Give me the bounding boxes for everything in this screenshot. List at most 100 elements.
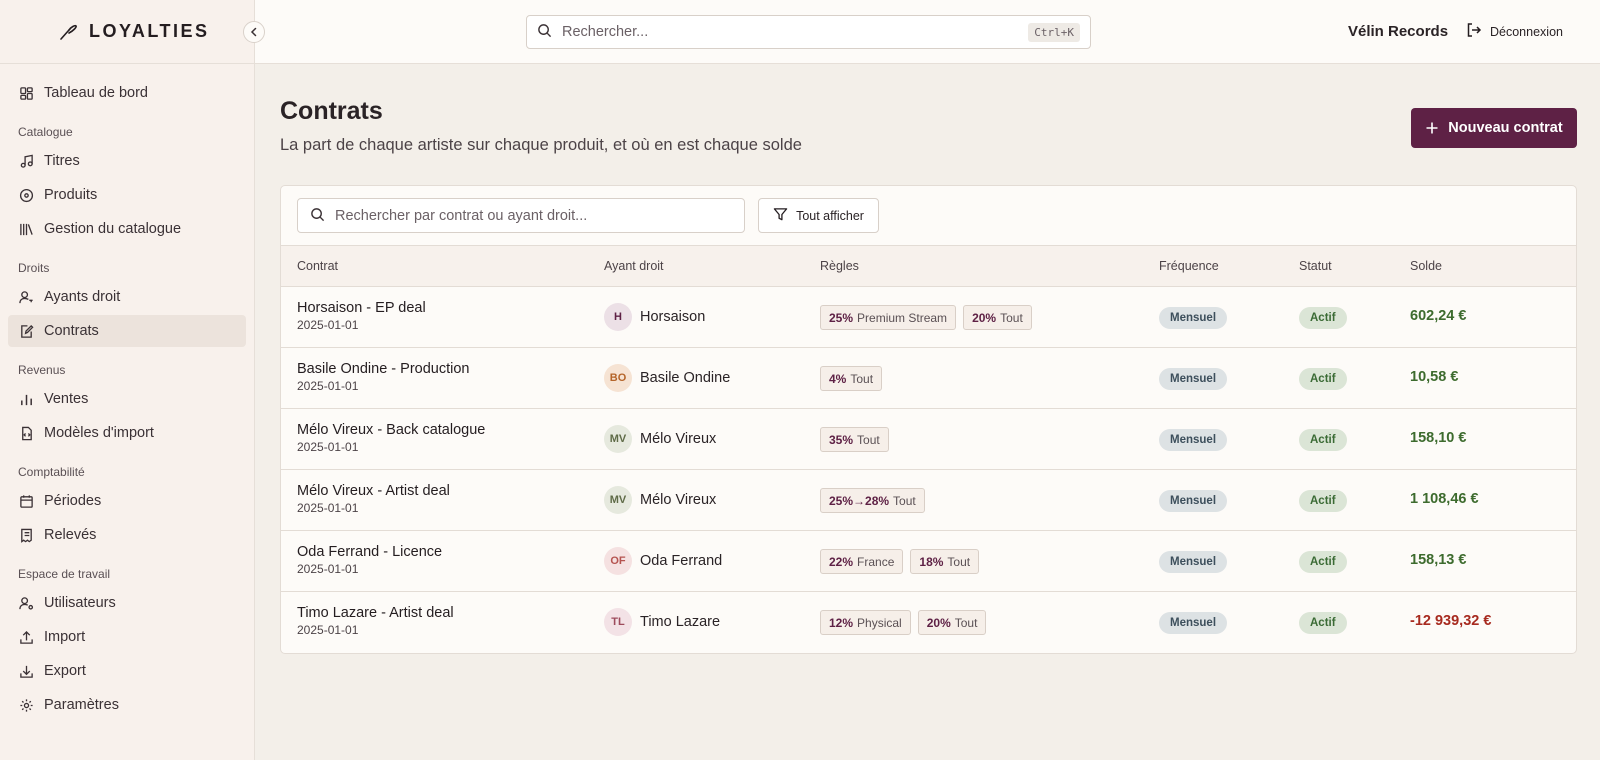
header-contract[interactable]: Contrat	[297, 259, 338, 273]
logout-button[interactable]: Déconnexion	[1466, 22, 1563, 41]
rules-cell: 4% Tout	[820, 366, 883, 391]
sidebar-item-ayants-droit[interactable]: Ayants droit	[8, 281, 246, 313]
organization-name[interactable]: Vélin Records	[1348, 23, 1448, 40]
topbar: Rechercher... Ctrl+K Vélin Records Décon…	[255, 0, 1600, 64]
search-icon	[537, 23, 552, 41]
plus-icon	[1425, 121, 1439, 135]
contract-date: 2025-01-01	[297, 501, 359, 515]
contract-name[interactable]: Mélo Vireux - Artist deal	[297, 483, 450, 499]
show-all-filter-button[interactable]: Tout afficher	[758, 198, 879, 233]
rule-chip: 20% Tout	[963, 305, 1032, 330]
table-body: Horsaison - EP deal 2025-01-01 H Horsais…	[281, 287, 1576, 653]
header-status[interactable]: Statut	[1299, 259, 1332, 273]
global-search-input[interactable]: Rechercher... Ctrl+K	[526, 15, 1091, 49]
rule-scope: Physical	[857, 615, 902, 630]
contract-cell: Horsaison - EP deal 2025-01-01	[297, 300, 426, 332]
balance-value: 1 108,46 €	[1410, 491, 1479, 507]
avatar: H	[604, 303, 632, 331]
rule-percentage: 25%→28%	[829, 493, 890, 508]
holder-cell: BO Basile Ondine	[604, 364, 730, 392]
sidebar-item-label: Contrats	[44, 323, 99, 339]
rule-scope: Tout	[857, 432, 880, 447]
sidebar-item-modeles-import[interactable]: Modèles d'import	[8, 417, 246, 449]
avatar: MV	[604, 486, 632, 514]
header-rules[interactable]: Règles	[820, 259, 859, 273]
sidebar-item-periodes[interactable]: Périodes	[8, 485, 246, 517]
sidebar-nav: Tableau de bord Catalogue Titres Produit…	[0, 64, 254, 721]
rule-percentage: 18%	[919, 554, 944, 569]
filter-bar: Rechercher par contrat ou ayant droit...…	[281, 186, 1576, 246]
sidebar-item-contrats[interactable]: Contrats	[8, 315, 246, 347]
sidebar-item-label: Titres	[44, 153, 80, 169]
sidebar-item-releves[interactable]: Relevés	[8, 519, 246, 551]
frequency-badge: Mensuel	[1159, 490, 1228, 512]
rule-chip: 22% France	[820, 549, 904, 574]
table-row[interactable]: Mélo Vireux - Artist deal 2025-01-01 MV …	[281, 470, 1576, 531]
rule-chip: 4% Tout	[820, 366, 883, 391]
sidebar-item-titres[interactable]: Titres	[8, 145, 246, 177]
avatar: BO	[604, 364, 632, 392]
new-contract-label: Nouveau contrat	[1448, 120, 1563, 136]
sidebar-item-label: Produits	[44, 187, 98, 203]
rule-percentage: 25%	[829, 310, 854, 325]
new-contract-button[interactable]: Nouveau contrat	[1411, 108, 1577, 148]
upload-icon	[18, 629, 34, 645]
table-row[interactable]: Mélo Vireux - Back catalogue 2025-01-01 …	[281, 409, 1576, 470]
page-title: Contrats	[280, 97, 383, 125]
sidebar: LOYALTIES Tableau de bord Catalogue Titr…	[0, 0, 265, 760]
music-note-icon	[18, 153, 34, 169]
gear-icon	[18, 697, 34, 713]
sidebar-item-import[interactable]: Import	[8, 621, 246, 653]
holder-cell: H Horsaison	[604, 303, 705, 331]
contract-name[interactable]: Mélo Vireux - Back catalogue	[297, 422, 485, 438]
sidebar-item-ventes[interactable]: Ventes	[8, 383, 246, 415]
holder-name: Timo Lazare	[640, 614, 721, 630]
contract-search-input[interactable]: Rechercher par contrat ou ayant droit...	[297, 198, 745, 233]
rule-chip: 18% Tout	[910, 549, 980, 574]
balance-value: 10,58 €	[1410, 369, 1459, 385]
status-badge: Actif	[1299, 490, 1347, 512]
user-key-icon	[18, 289, 34, 305]
header-frequency[interactable]: Fréquence	[1159, 259, 1219, 273]
section-revenus: Revenus	[18, 363, 66, 377]
shortcut-badge: Ctrl+K	[1028, 22, 1080, 42]
sidebar-item-produits[interactable]: Produits	[8, 179, 246, 211]
file-code-icon	[18, 425, 34, 441]
rule-percentage: 4%	[829, 371, 847, 386]
header-balance[interactable]: Solde	[1410, 259, 1442, 273]
contract-name[interactable]: Basile Ondine - Production	[297, 361, 470, 377]
sidebar-item-dashboard[interactable]: Tableau de bord	[8, 77, 246, 109]
contract-cell: Mélo Vireux - Artist deal 2025-01-01	[297, 483, 450, 515]
contract-name[interactable]: Horsaison - EP deal	[297, 300, 426, 316]
sidebar-item-label: Gestion du catalogue	[44, 221, 182, 237]
table-row[interactable]: Oda Ferrand - Licence 2025-01-01 OF Oda …	[281, 531, 1576, 592]
search-icon	[310, 207, 325, 225]
contract-name[interactable]: Timo Lazare - Artist deal	[297, 605, 454, 621]
contract-edit-icon	[18, 323, 34, 339]
collapse-sidebar-button[interactable]	[243, 21, 265, 43]
sidebar-item-label: Ayants droit	[44, 289, 121, 305]
sidebar-item-label: Paramètres	[44, 697, 119, 713]
sidebar-item-utilisateurs[interactable]: Utilisateurs	[8, 587, 246, 619]
header-holder[interactable]: Ayant droit	[604, 259, 664, 273]
rule-scope: Tout	[947, 554, 971, 569]
contract-cell: Oda Ferrand - Licence 2025-01-01	[297, 544, 442, 576]
balance-value: 158,10 €	[1410, 430, 1467, 446]
contract-search-placeholder: Rechercher par contrat ou ayant droit...	[335, 207, 588, 224]
table-header: Contrat Ayant droit Règles Fréquence Sta…	[281, 246, 1576, 287]
avatar: OF	[604, 547, 632, 575]
rule-percentage: 35%	[829, 432, 854, 447]
sidebar-item-parametres[interactable]: Paramètres	[8, 689, 246, 721]
table-row[interactable]: Basile Ondine - Production 2025-01-01 BO…	[281, 348, 1576, 409]
bar-chart-icon	[18, 391, 34, 407]
sidebar-item-export[interactable]: Export	[8, 655, 246, 687]
balance-value: 158,13 €	[1410, 552, 1467, 568]
table-row[interactable]: Horsaison - EP deal 2025-01-01 H Horsais…	[281, 287, 1576, 348]
table-row[interactable]: Timo Lazare - Artist deal 2025-01-01 TL …	[281, 592, 1576, 653]
rule-scope: Tout	[954, 615, 978, 630]
contract-date: 2025-01-01	[297, 562, 359, 576]
contract-date: 2025-01-01	[297, 623, 359, 637]
holder-name: Mélo Vireux	[640, 492, 717, 508]
contract-name[interactable]: Oda Ferrand - Licence	[297, 544, 442, 560]
sidebar-item-gestion-catalogue[interactable]: Gestion du catalogue	[8, 213, 246, 245]
